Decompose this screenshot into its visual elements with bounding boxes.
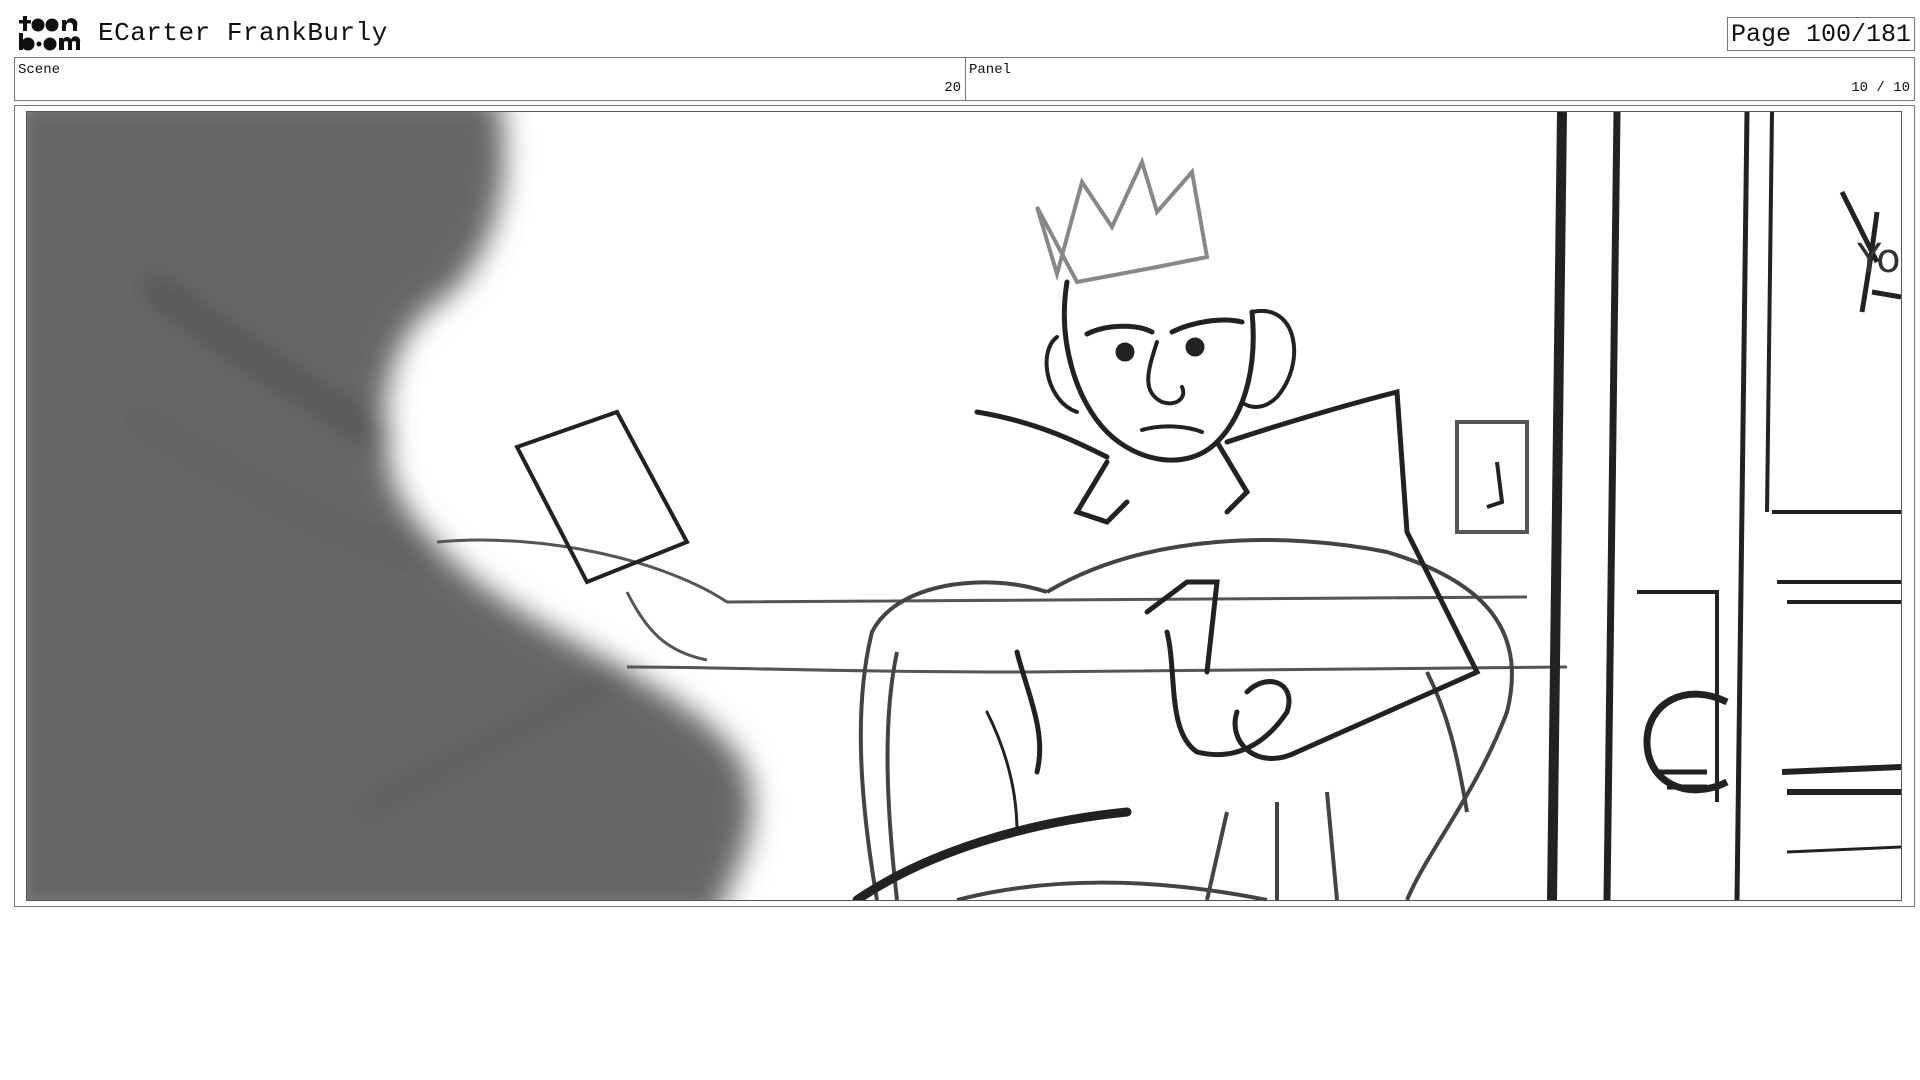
scene-cell: Scene 20	[15, 58, 966, 100]
scene-number: 20	[944, 80, 961, 96]
door-and-wall	[1455, 112, 1901, 900]
wall-sign-text: Yo	[1856, 236, 1901, 282]
storyboard-drawing: Yo	[26, 111, 1902, 901]
foreground-silhouette	[27, 112, 753, 900]
scene-panel-bar: Scene 20 Panel 10 / 10	[14, 57, 1915, 101]
panel-number: 10 / 10	[1851, 80, 1910, 96]
project-title: ECarter FrankBurly	[98, 18, 388, 48]
toon-boom-logo	[17, 14, 87, 52]
table-lines	[436, 538, 1568, 674]
page-indicator: Page 100/181	[1727, 17, 1915, 51]
panel-cell: Panel 10 / 10	[966, 58, 1914, 100]
scene-label: Scene	[18, 62, 61, 78]
panel-label: Panel	[969, 62, 1012, 78]
